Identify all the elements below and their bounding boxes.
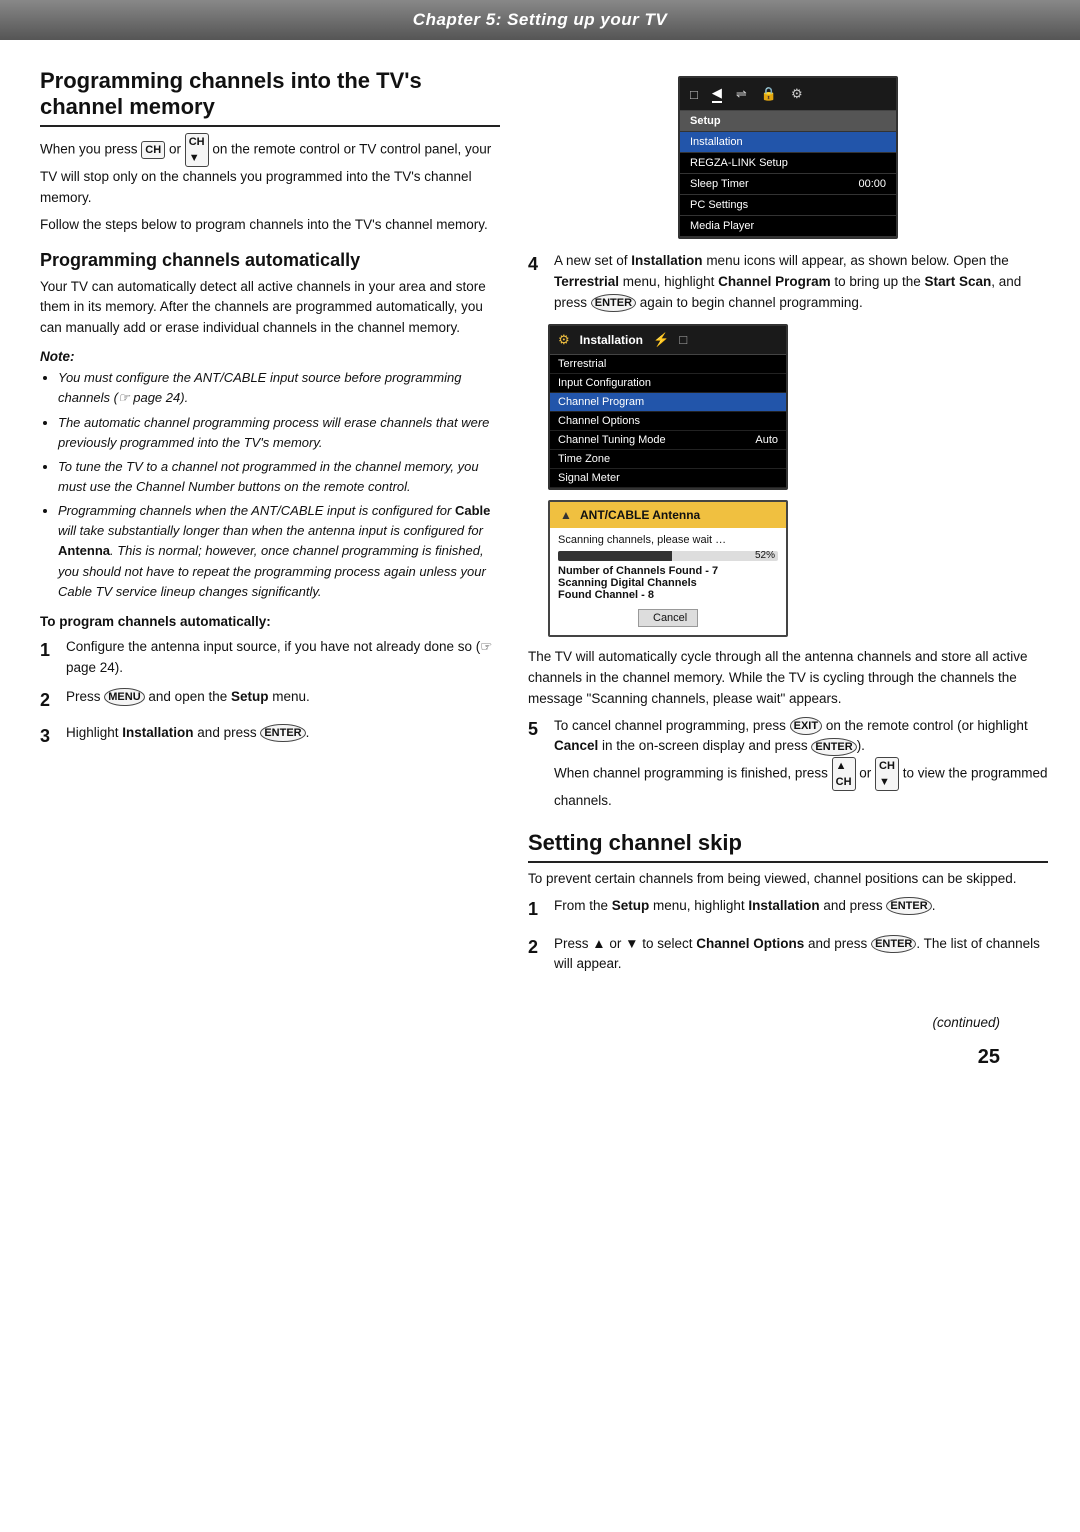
- note-item-2: The automatic channel programming proces…: [58, 413, 500, 453]
- scan-progress-fill: [558, 551, 672, 561]
- note-item-3: To tune the TV to a channel not programm…: [58, 457, 500, 497]
- ch-up-icon: ▲CH: [832, 757, 856, 791]
- step-body-3: Highlight Installation and press ENTER.: [66, 723, 500, 751]
- install-icon2: ⚡: [653, 332, 669, 348]
- skip-step-num-2: 2: [528, 934, 546, 976]
- ch-button-icon: CH: [141, 141, 165, 159]
- step-body-2: Press MENU and open the Setup menu.: [66, 687, 500, 715]
- gear-icon: ⚙: [791, 86, 803, 102]
- im-channel-program: Channel Program: [550, 393, 786, 412]
- footer-right: (continued) 25: [932, 1005, 1040, 1069]
- cancel-button[interactable]: Cancel: [638, 609, 698, 627]
- ch-down-icon: CH▼: [875, 757, 899, 791]
- tv-menu-icons: □ ◀ ⇌ 🔒 ⚙: [680, 78, 896, 111]
- exit-icon: EXIT: [790, 717, 822, 735]
- chapter-title: Chapter 5: Setting up your TV: [413, 10, 667, 29]
- note-item-1: You must configure the ANT/CABLE input s…: [58, 368, 500, 408]
- scan-dialog: ▲ ANT/CABLE Antenna Scanning channels, p…: [548, 500, 788, 637]
- lock-icon: 🔒: [761, 86, 777, 102]
- install-label: Installation: [580, 333, 643, 347]
- scan-dialog-header: ▲ ANT/CABLE Antenna: [550, 502, 786, 528]
- step-num-5: 5: [528, 716, 546, 813]
- speaker-icon: ◀: [712, 85, 722, 103]
- im-time-zone: Time Zone: [550, 450, 786, 469]
- intro-text-2: Follow the steps below to program channe…: [40, 215, 500, 236]
- right-column: □ ◀ ⇌ 🔒 ⚙ Setup Installation REGZA-LINK …: [528, 68, 1048, 985]
- skip-section-title: Setting channel skip: [528, 830, 1048, 862]
- main-section-title: Programming channels into the TV's chann…: [40, 68, 500, 127]
- auto-section-title: Programming channels automatically: [40, 250, 500, 271]
- page-content: Programming channels into the TV's chann…: [0, 40, 1080, 1005]
- install-icon3: □: [679, 332, 687, 347]
- step-3: 3 Highlight Installation and press ENTER…: [40, 723, 500, 751]
- tv-menu-regza: REGZA-LINK Setup: [680, 153, 896, 174]
- note-label: Note:: [40, 349, 500, 364]
- scanning-digital: Scanning Digital Channels: [558, 577, 778, 589]
- page-header: Chapter 5: Setting up your TV: [0, 0, 1080, 40]
- skip-step-num-1: 1: [528, 896, 546, 924]
- enter-icon-3: ENTER: [260, 724, 305, 742]
- im-input-config: Input Configuration: [550, 374, 786, 393]
- step-body-4: A new set of Installation menu icons wil…: [554, 251, 1048, 314]
- warning-icon: ▲: [558, 507, 574, 523]
- step-num-2: 2: [40, 687, 58, 715]
- note-item-4: Programming channels when the ANT/CABLE …: [58, 501, 500, 602]
- page-number: 25: [932, 1046, 1040, 1069]
- found-channel: Found Channel - 8: [558, 589, 778, 601]
- page-footer: (continued) 25: [0, 1005, 1080, 1089]
- install-menu-screenshot: ⚙ Installation ⚡ □ Terrestrial Input Con…: [548, 324, 788, 490]
- skip-step-2: 2 Press ▲ or ▼ to select Channel Options…: [528, 934, 1048, 976]
- im-signal-meter: Signal Meter: [550, 469, 786, 488]
- settings-icon: ⇌: [736, 86, 747, 102]
- menu-icon: MENU: [104, 688, 144, 706]
- step-num-4: 4: [528, 251, 546, 314]
- step-5: 5 To cancel channel programming, press E…: [528, 716, 1048, 813]
- enter-icon-s1: ENTER: [886, 897, 931, 915]
- enter-icon-5: ENTER: [811, 738, 856, 756]
- step-num-1: 1: [40, 637, 58, 679]
- scan-progress-label: 52%: [755, 551, 775, 561]
- skip-intro: To prevent certain channels from being v…: [528, 869, 1048, 890]
- scan-progress-bar: 52%: [558, 551, 778, 561]
- auto-text: Your TV can automatically detect all act…: [40, 277, 500, 340]
- step-body-5: To cancel channel programming, press EXI…: [554, 716, 1048, 813]
- intro-text-1: When you press CH or CH▼ on the remote c…: [40, 133, 500, 209]
- step-body-1: Configure the antenna input source, if y…: [66, 637, 500, 679]
- scanning-text: Scanning channels, please wait …: [558, 534, 778, 546]
- tv-menu-sleep: Sleep Timer 00:00: [680, 174, 896, 195]
- im-tuning-mode: Channel Tuning ModeAuto: [550, 431, 786, 450]
- im-terrestrial: Terrestrial: [550, 355, 786, 374]
- tv-cycle-text: The TV will automatically cycle through …: [528, 647, 1048, 710]
- skip-step-body-1: From the Setup menu, highlight Installat…: [554, 896, 1048, 924]
- tv-menu-media: Media Player: [680, 216, 896, 237]
- scan-header-text: ANT/CABLE Antenna: [580, 508, 700, 522]
- enter-icon-s2: ENTER: [871, 935, 916, 953]
- note-list: You must configure the ANT/CABLE input s…: [40, 368, 500, 602]
- enter-icon-4: ENTER: [591, 294, 636, 312]
- tv-menu-installation: Installation: [680, 132, 896, 153]
- skip-step-1: 1 From the Setup menu, highlight Install…: [528, 896, 1048, 924]
- tv-menu-screenshot: □ ◀ ⇌ 🔒 ⚙ Setup Installation REGZA-LINK …: [678, 76, 898, 239]
- channels-found: Number of Channels Found - 7: [558, 565, 778, 577]
- left-column: Programming channels into the TV's chann…: [40, 68, 500, 985]
- tv-icon: □: [690, 87, 698, 102]
- ch-down-button-icon: CH▼: [185, 133, 209, 167]
- tv-menu-setup-header: Setup: [680, 111, 896, 132]
- im-channel-options: Channel Options: [550, 412, 786, 431]
- tv-menu-pc: PC Settings: [680, 195, 896, 216]
- procedure-title: To program channels automatically:: [40, 614, 500, 629]
- install-menu-icons: ⚙ Installation ⚡ □: [550, 326, 786, 355]
- step-1: 1 Configure the antenna input source, if…: [40, 637, 500, 679]
- install-gear-icon: ⚙: [558, 332, 570, 348]
- step-num-3: 3: [40, 723, 58, 751]
- continued-label: (continued): [932, 1005, 1040, 1046]
- steps-list: 1 Configure the antenna input source, if…: [40, 637, 500, 751]
- skip-section: Setting channel skip To prevent certain …: [528, 830, 1048, 975]
- step-2: 2 Press MENU and open the Setup menu.: [40, 687, 500, 715]
- step-4: 4 A new set of Installation menu icons w…: [528, 251, 1048, 314]
- skip-step-body-2: Press ▲ or ▼ to select Channel Options a…: [554, 934, 1048, 976]
- scan-dialog-body: Scanning channels, please wait … 52% Num…: [550, 528, 786, 635]
